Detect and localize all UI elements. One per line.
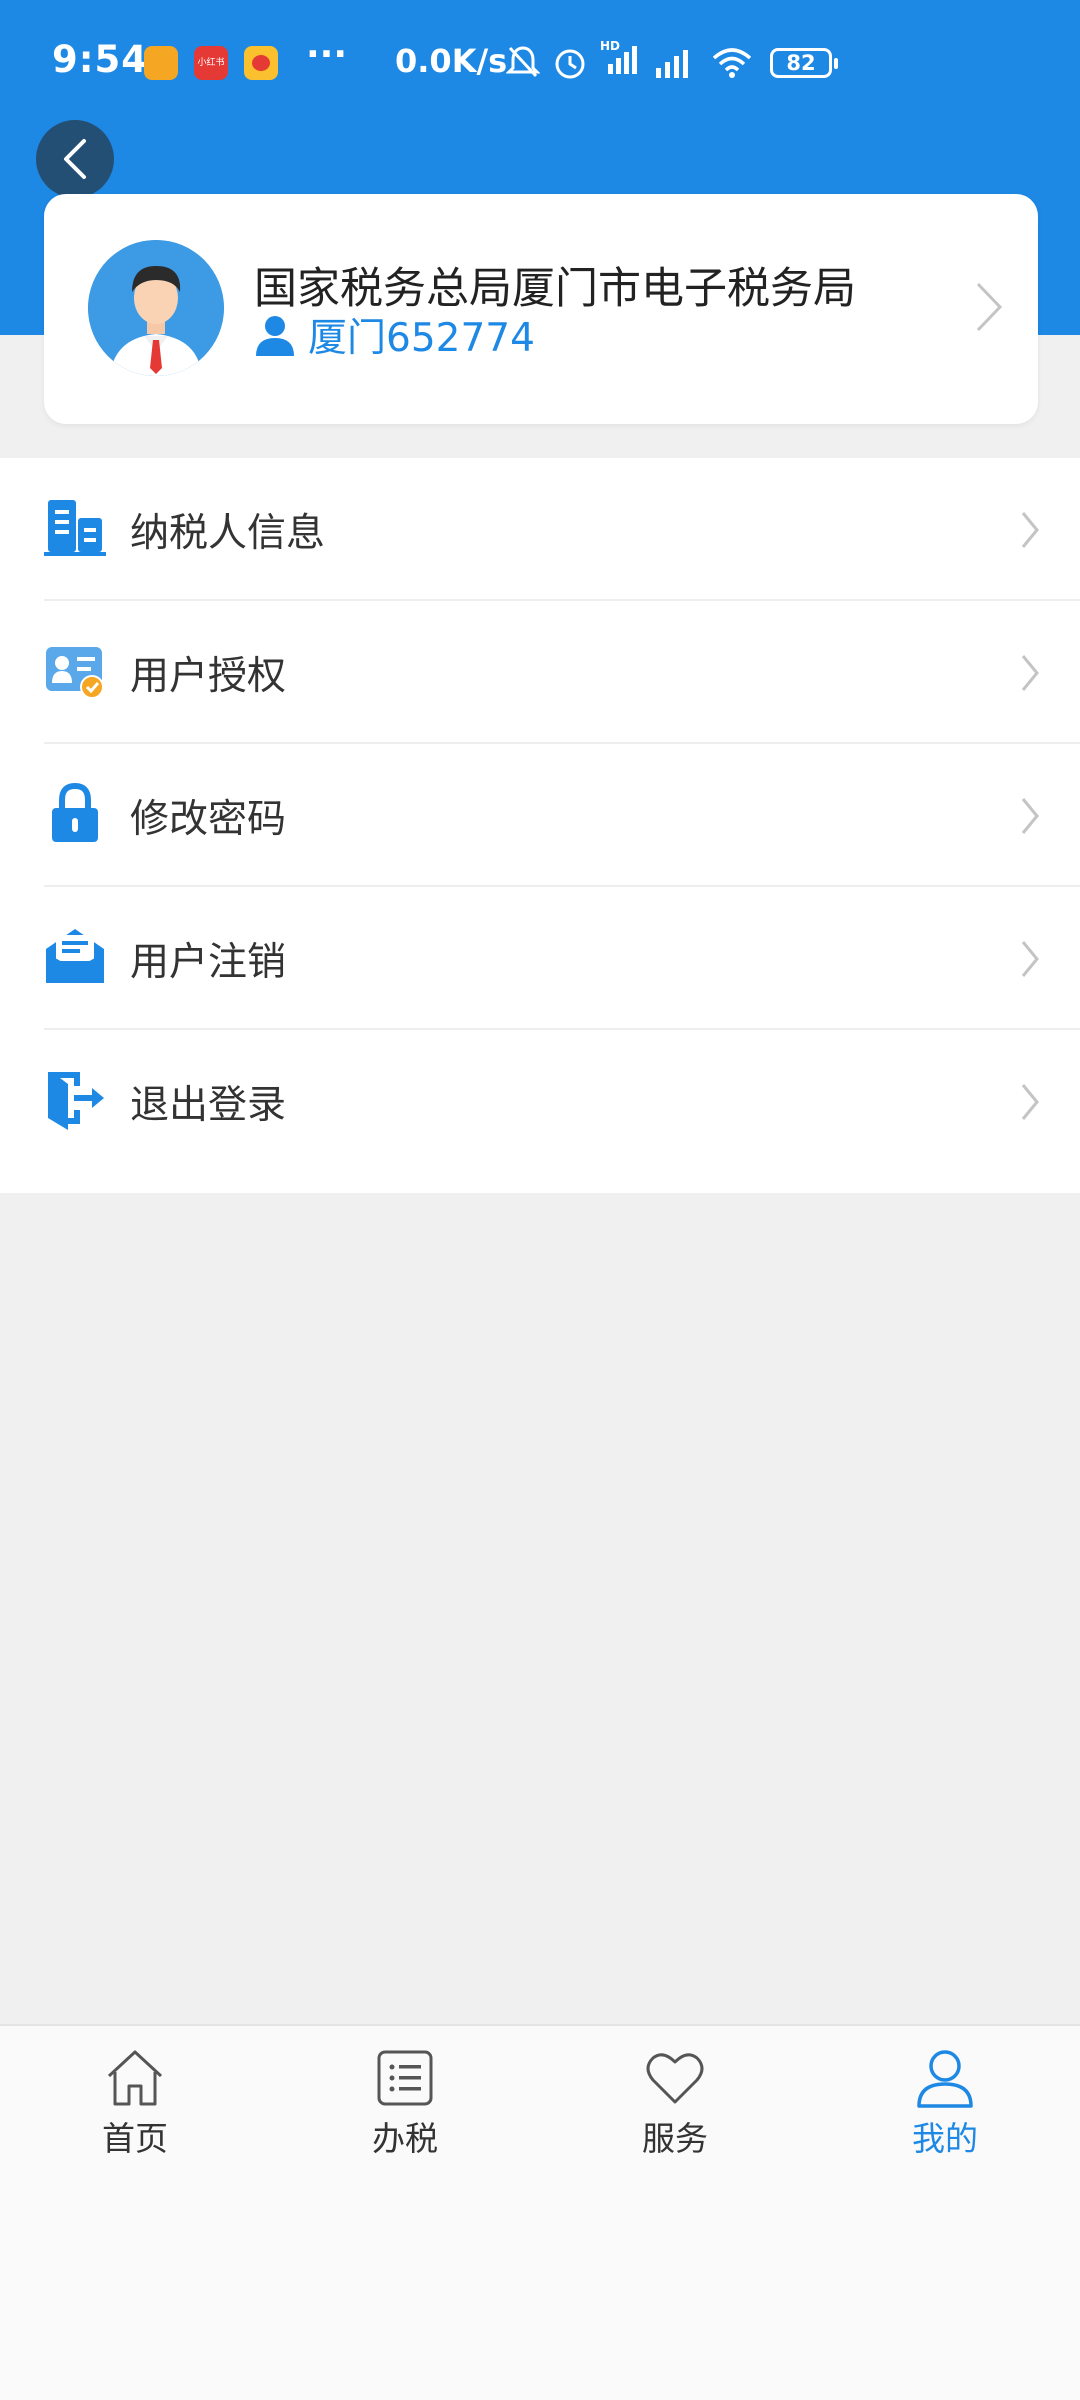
menu-item-change-password[interactable]: 修改密码	[44, 744, 1080, 887]
avatar-man-icon	[88, 240, 224, 376]
user-id: 厦门652774	[308, 316, 535, 361]
menu-item-user-authorization[interactable]: 用户授权	[44, 601, 1080, 744]
menu-item-taxpayer-info[interactable]: 纳税人信息	[44, 458, 1080, 601]
menu-label: 用户注销	[130, 940, 287, 985]
lock-icon	[52, 782, 98, 842]
logout-icon	[48, 1072, 104, 1130]
xiaohongshu-icon: 小红书	[194, 46, 228, 80]
envelope-icon	[46, 929, 104, 983]
svg-text:HD: HD	[600, 39, 620, 53]
user-account: 厦门652774	[254, 310, 535, 361]
menu-item-logout[interactable]: 退出登录	[44, 1030, 1080, 1173]
chevron-left-icon	[64, 139, 86, 179]
menu-label: 纳税人信息	[130, 511, 326, 556]
user-icon	[256, 316, 294, 356]
chevron-right-icon	[976, 282, 1003, 332]
signal-icon	[656, 50, 688, 78]
menu-label: 退出登录	[130, 1083, 287, 1128]
tab-tax[interactable]: 办税	[305, 2048, 505, 2178]
weibo-icon	[244, 46, 278, 80]
hd-signal-icon: HD	[600, 39, 637, 74]
list-icon	[377, 2050, 433, 2106]
id-card-check-icon	[46, 647, 104, 699]
tab-label: 首页	[102, 2119, 168, 2158]
user-icon	[917, 2050, 973, 2108]
alarm-icon	[555, 49, 585, 79]
tab-label: 服务	[642, 2119, 708, 2158]
network-speed: 0.0K/s	[395, 42, 508, 80]
chevron-right-icon	[1021, 798, 1039, 834]
notification-app-icon	[144, 46, 178, 80]
bottom-navigation: 首页 办税 服务 我的	[0, 2024, 1080, 2400]
more-notifications-icon: ···	[306, 34, 348, 75]
profile-card[interactable]: 国家税务总局厦门市电子税务局 厦门652774	[44, 194, 1038, 424]
wifi-icon	[712, 48, 752, 78]
mute-bell-icon	[506, 46, 540, 78]
tab-label: 办税	[372, 2119, 438, 2158]
tab-mine[interactable]: 我的	[845, 2048, 1045, 2178]
chevron-right-icon	[1021, 655, 1039, 691]
tab-label: 我的	[912, 2119, 978, 2158]
back-button[interactable]	[36, 120, 114, 198]
home-icon	[107, 2050, 163, 2106]
settings-menu: 纳税人信息 用户授权 修改密码 用户注销 退出登录	[0, 458, 1080, 1193]
menu-label: 修改密码	[130, 797, 287, 842]
chevron-right-icon	[1021, 1084, 1039, 1120]
heart-icon	[646, 2053, 704, 2104]
status-bar: 9:54 小红书 ··· 0.0K/s HD 82	[0, 0, 1080, 130]
tab-service[interactable]: 服务	[575, 2048, 775, 2178]
menu-item-user-cancellation[interactable]: 用户注销	[44, 887, 1080, 1030]
menu-label: 用户授权	[130, 654, 287, 699]
tab-home[interactable]: 首页	[35, 2048, 235, 2178]
building-icon	[44, 500, 106, 556]
status-time: 9:54	[52, 38, 149, 81]
chevron-right-icon	[1021, 941, 1039, 977]
chevron-right-icon	[1021, 512, 1039, 548]
battery-icon: 82	[770, 48, 838, 78]
